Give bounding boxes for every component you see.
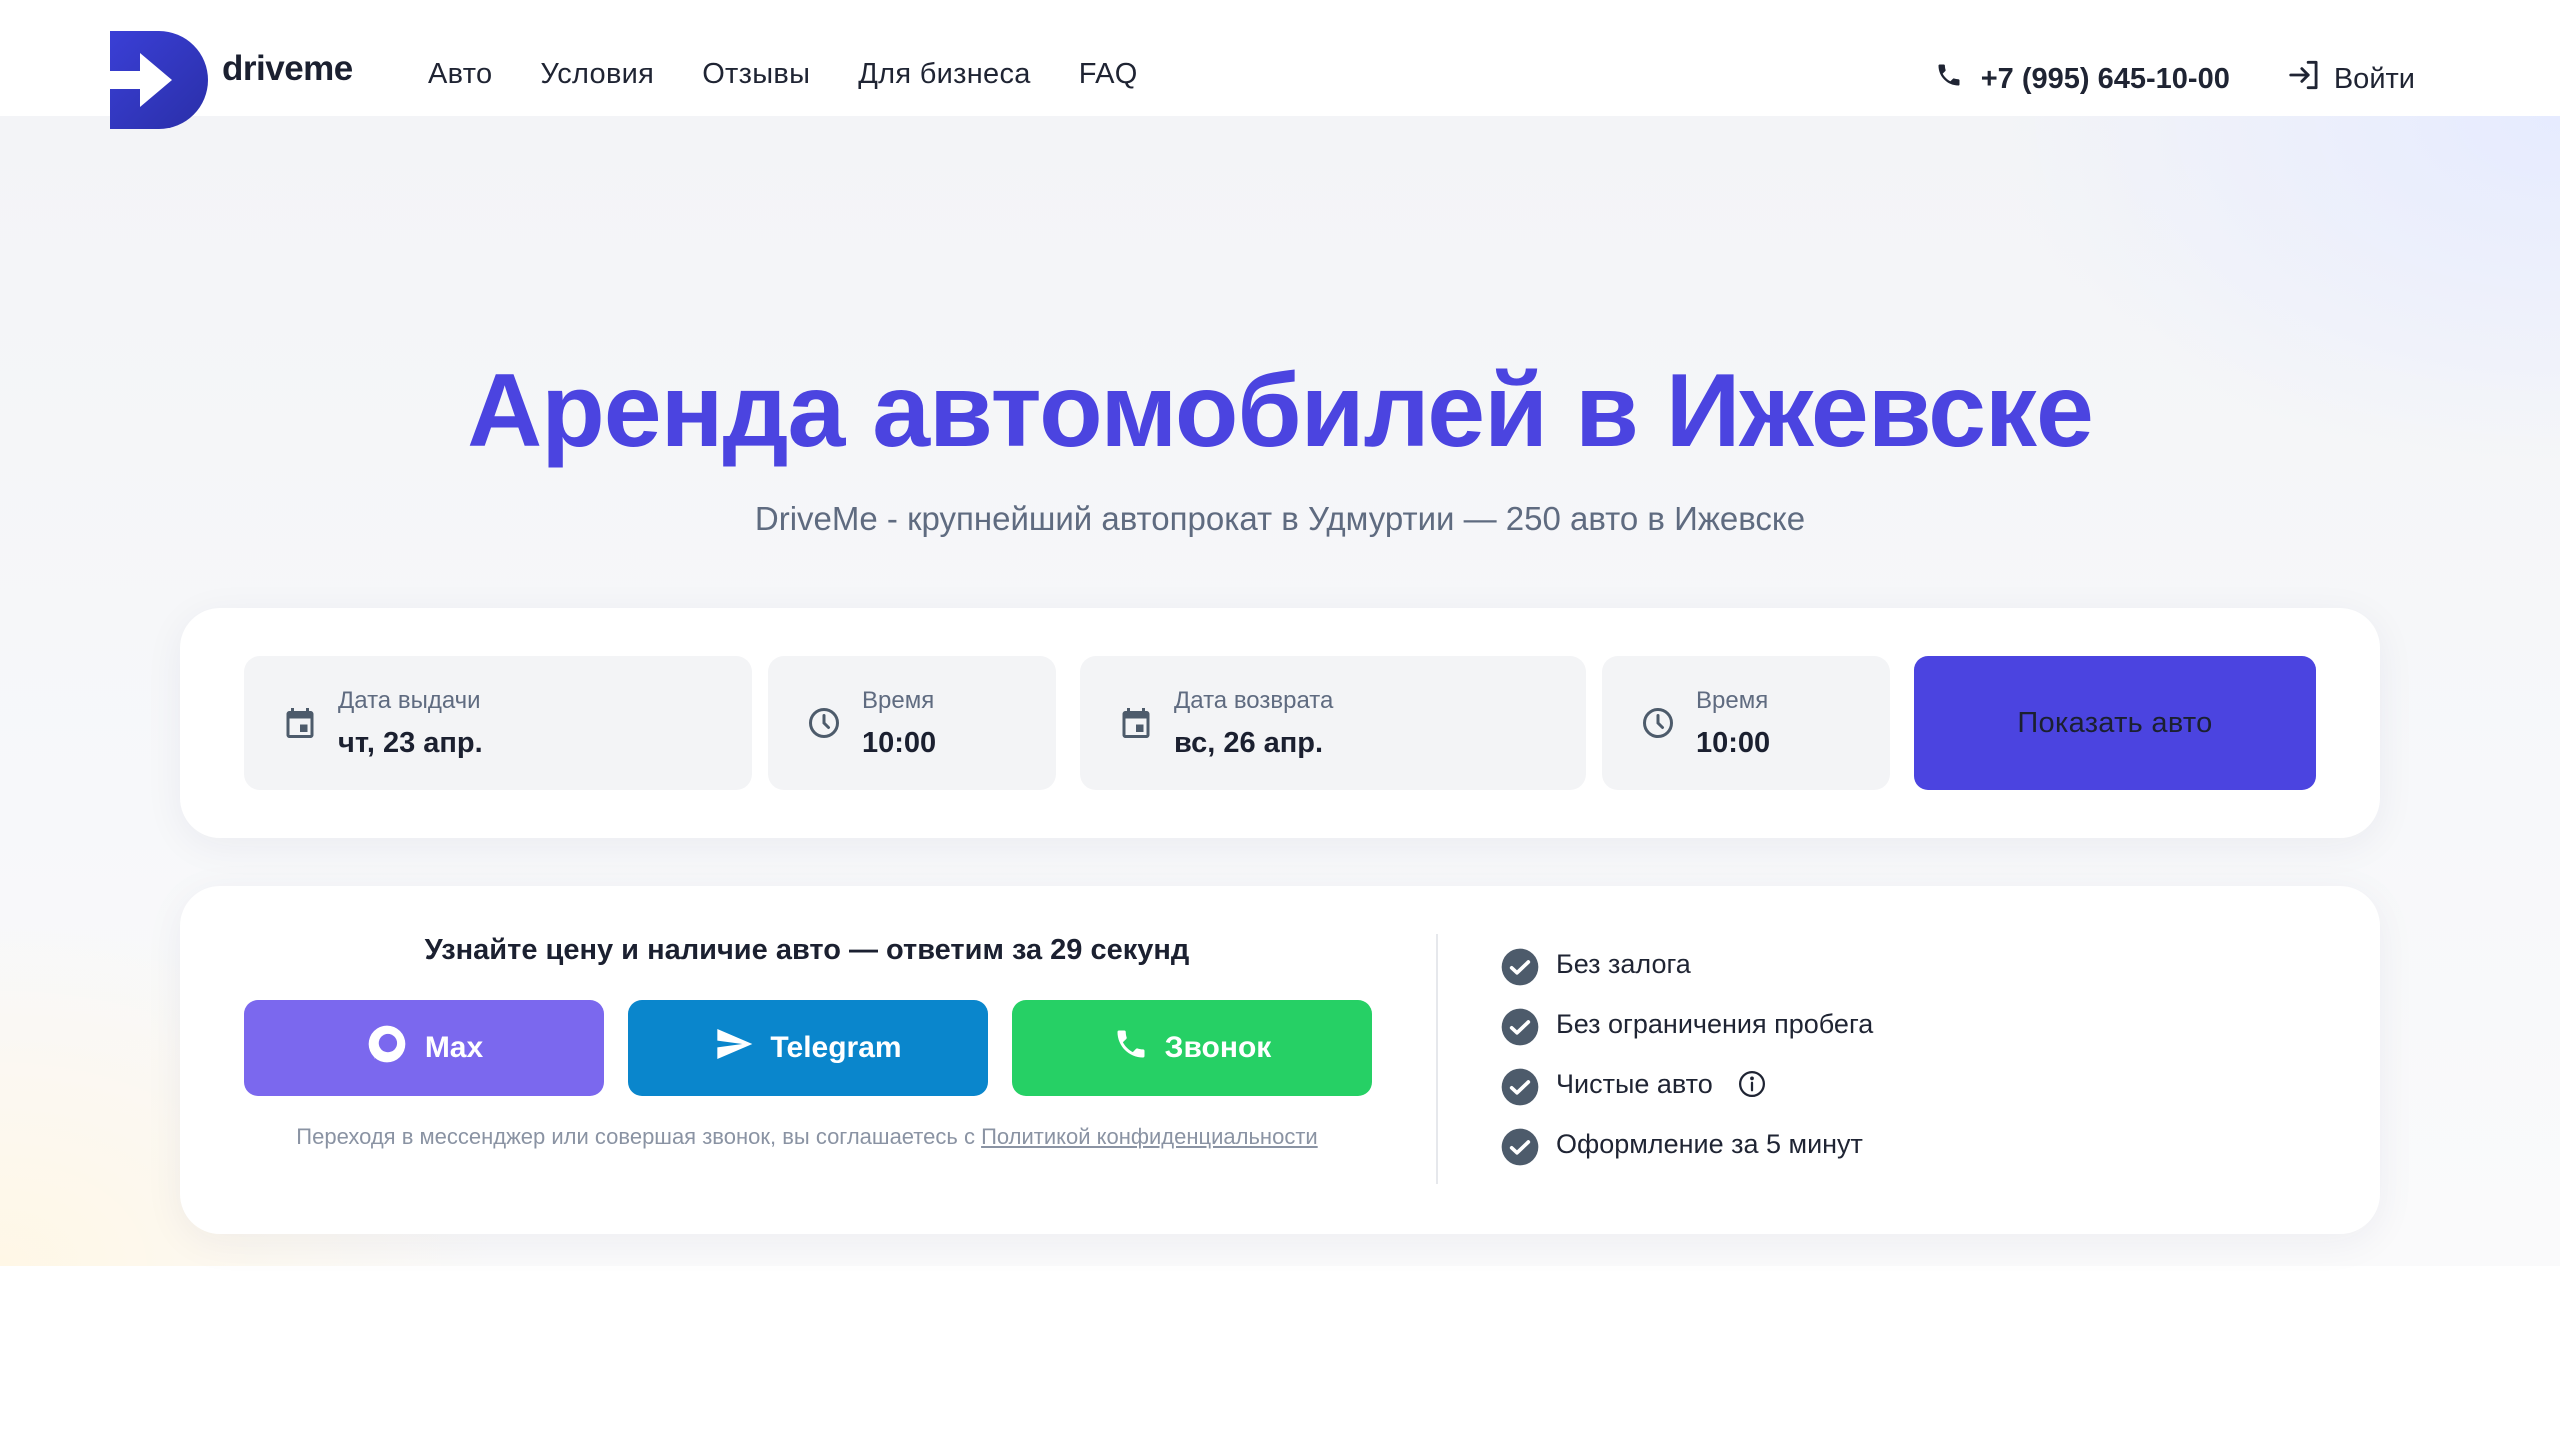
features-list: Без залога Без ограничения пробега Чисты… — [1500, 934, 1873, 1174]
page-subtitle: DriveMe - крупнейший автопрокат в Удмурт… — [754, 500, 1806, 537]
show-cars-button[interactable]: Показать авто — [1914, 656, 2316, 790]
nav-item-cars[interactable]: Авто — [428, 58, 492, 91]
calendar-icon — [282, 705, 318, 741]
search-form: Дата выдачи чт, 23 апр. Время 10:00 Дата… — [180, 608, 2380, 838]
feature-label: Оформление за 5 минут — [1556, 1128, 1863, 1159]
site-header: driveme Авто Условия Отзывы Для бизнеса … — [0, 0, 2560, 129]
clock-icon — [1640, 705, 1676, 741]
feature-item: Чистые авто — [1500, 1054, 1873, 1114]
pickup-time-value: 10:00 — [862, 726, 937, 759]
check-circle-icon — [1500, 1007, 1540, 1047]
login-label: Войти — [2333, 62, 2415, 95]
feature-label: Чистые авто — [1556, 1068, 1713, 1099]
max-button[interactable]: Max — [244, 1000, 604, 1096]
call-button-label: Звонок — [1164, 1031, 1272, 1064]
pickup-date-label: Дата выдачи — [338, 686, 481, 714]
nav-item-faq[interactable]: FAQ — [1079, 58, 1138, 91]
login-button[interactable]: Войти — [2286, 56, 2415, 102]
call-button[interactable]: Звонок — [1012, 1000, 1372, 1096]
main-nav: Авто Условия Отзывы Для бизнеса FAQ — [428, 58, 1186, 91]
return-time-field[interactable]: Время 10:00 — [1602, 656, 1890, 790]
check-circle-icon — [1500, 947, 1540, 987]
page-title: Аренда автомобилей в Ижевске — [467, 353, 2094, 469]
header-actions: +7 (995) 645-10-00 Войти — [1935, 56, 2415, 102]
max-button-label: Max — [424, 1031, 484, 1064]
pickup-date-value: чт, 23 апр. — [338, 726, 483, 759]
check-circle-icon — [1500, 1067, 1540, 1107]
logo[interactable]: driveme — [110, 30, 353, 130]
feature-label: Без ограничения пробега — [1556, 1008, 1874, 1039]
feature-label: Без залога — [1556, 948, 1691, 979]
phone-icon — [1935, 61, 1981, 97]
header-phone-number: +7 (995) 645-10-00 — [1980, 62, 2230, 95]
login-icon — [2286, 56, 2334, 102]
divider — [1436, 934, 1438, 1184]
telegram-button-label: Telegram — [770, 1031, 902, 1064]
policy-text: Переходя в мессенджер или совершая звоно… — [296, 1124, 975, 1149]
feature-item: Без ограничения пробега — [1500, 994, 1873, 1054]
pickup-time-field[interactable]: Время 10:00 — [768, 656, 1056, 790]
brand-name: driveme — [222, 49, 353, 88]
return-time-value: 10:00 — [1696, 726, 1771, 759]
feature-item: Без залога — [1500, 934, 1873, 994]
policy-notice: Переходя в мессенджер или совершая звоно… — [242, 1120, 1372, 1153]
nav-item-reviews[interactable]: Отзывы — [702, 58, 810, 91]
feature-item: Оформление за 5 минут — [1500, 1114, 1873, 1174]
phone-icon — [1113, 1026, 1165, 1070]
logo-mark-icon — [110, 31, 208, 129]
nav-item-conditions[interactable]: Условия — [540, 58, 654, 91]
contact-card: Узнайте цену и наличие авто — ответим за… — [180, 886, 2380, 1234]
return-date-label: Дата возврата — [1174, 686, 1334, 714]
max-icon — [365, 1022, 425, 1074]
header-phone-link[interactable]: +7 (995) 645-10-00 — [1935, 61, 2230, 97]
pickup-time-label: Время — [862, 686, 935, 714]
calendar-icon — [1118, 705, 1154, 741]
contact-title: Узнайте цену и наличие авто — ответим за… — [424, 934, 1190, 966]
return-time-label: Время — [1696, 686, 1769, 714]
pickup-date-field[interactable]: Дата выдачи чт, 23 апр. — [244, 656, 752, 790]
return-date-value: вс, 26 апр. — [1174, 726, 1324, 759]
clock-icon — [806, 705, 842, 741]
check-circle-icon — [1500, 1127, 1540, 1167]
info-icon[interactable] — [1737, 1069, 1767, 1099]
policy-link[interactable]: Политикой конфиденциальности — [981, 1124, 1318, 1149]
telegram-icon — [714, 1024, 770, 1072]
return-date-field[interactable]: Дата возврата вс, 26 апр. — [1080, 656, 1586, 790]
telegram-button[interactable]: Telegram — [628, 1000, 988, 1096]
nav-item-business[interactable]: Для бизнеса — [858, 58, 1031, 91]
